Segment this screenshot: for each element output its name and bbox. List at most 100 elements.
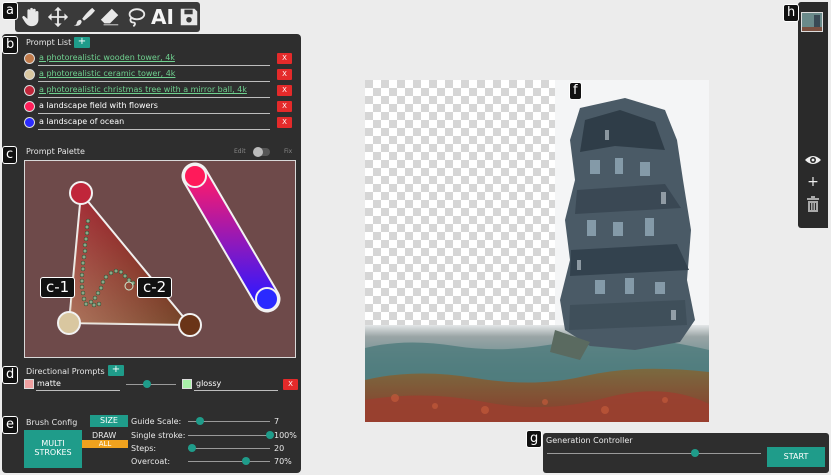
hand-icon[interactable] (21, 5, 43, 29)
directional-right-swatch[interactable] (182, 379, 192, 389)
single-stroke-knob[interactable] (266, 431, 274, 439)
prompt-text[interactable]: a photorealistic christmas tree with a m… (39, 85, 247, 94)
prompt-text[interactable]: a photorealistic ceramic tower, 4k (39, 69, 175, 78)
badge-c2: c-2 (137, 277, 173, 298)
badge-e: e (2, 416, 18, 434)
remove-prompt-button[interactable]: X (277, 117, 292, 128)
generated-image[interactable] (365, 80, 709, 422)
directional-left-word[interactable]: matte (37, 379, 61, 388)
ai-tool-button[interactable]: AI (151, 5, 174, 29)
badge-h: h (783, 4, 800, 22)
directional-left-swatch[interactable] (24, 379, 34, 389)
prompt-color-dot[interactable] (24, 85, 35, 96)
remove-directional-prompt-button[interactable]: X (283, 379, 298, 390)
add-prompt-button[interactable]: + (74, 37, 90, 48)
guide-scale-value: 7 (274, 417, 280, 426)
trash-icon[interactable] (806, 196, 820, 212)
generation-controller: Generation Controller START (543, 433, 829, 473)
badge-f: f (569, 82, 582, 100)
overcoat-knob[interactable] (242, 457, 250, 465)
brush-icon[interactable] (73, 5, 95, 29)
fix-mode-label: Fix (284, 148, 293, 155)
palette-node-field[interactable] (183, 164, 207, 188)
directional-prompts-title: Directional Prompts (26, 367, 105, 376)
prompt-color-dot[interactable] (24, 117, 35, 128)
multi-strokes-button[interactable]: MULTI STROKES (24, 430, 82, 468)
eye-icon[interactable] (804, 154, 822, 166)
prompt-underline (38, 81, 270, 82)
lasso-icon[interactable] (125, 5, 147, 29)
badge-c1: c-1 (40, 277, 76, 298)
layer-panel: + (798, 2, 828, 228)
toolbar: AI (15, 2, 200, 32)
edit-mode-label: Edit (234, 148, 246, 155)
single-stroke-value: 100% (274, 431, 297, 440)
remove-prompt-button[interactable]: X (277, 101, 292, 112)
prompt-list-title: Prompt List (26, 38, 72, 47)
overcoat-track[interactable] (188, 461, 270, 462)
steps-value: 20 (274, 444, 285, 453)
draw-label[interactable]: DRAW (92, 431, 116, 440)
all-button[interactable]: ALL (82, 440, 128, 448)
directional-slider-track[interactable] (126, 384, 176, 385)
directional-slider-knob[interactable] (143, 380, 151, 388)
overcoat-value: 70% (274, 457, 292, 466)
prompt-text[interactable]: a photorealistic wooden tower, 4k (39, 53, 175, 62)
brush-config-title: Brush Config (26, 418, 78, 427)
generation-slider-track[interactable] (547, 453, 761, 454)
layer-thumbnail[interactable] (801, 12, 823, 32)
prompt-underline (38, 129, 270, 130)
prompt-item[interactable]: a photorealistic ceramic tower, 4k X (24, 68, 292, 82)
remove-prompt-button[interactable]: X (277, 85, 292, 96)
save-icon[interactable] (178, 5, 200, 29)
palette-graph[interactable] (25, 161, 297, 359)
prompt-text[interactable]: a landscape field with flowers (39, 101, 158, 110)
prompt-item[interactable]: a photorealistic wooden tower, 4k X (24, 52, 292, 66)
left-panel: Prompt List + a photorealistic wooden to… (2, 34, 301, 473)
toggle-knob (253, 147, 263, 157)
generation-slider-knob[interactable] (691, 449, 699, 457)
steps-label: Steps: (131, 444, 157, 453)
palette-node-ceramic[interactable] (57, 311, 81, 335)
move-icon[interactable] (47, 5, 69, 29)
prompt-item[interactable]: a landscape of ocean X (24, 116, 292, 130)
steps-track[interactable] (188, 448, 270, 449)
prompt-color-dot[interactable] (24, 69, 35, 80)
remove-prompt-button[interactable]: X (277, 69, 292, 80)
drawing-canvas[interactable] (365, 80, 709, 422)
palette-node-wooden[interactable] (178, 313, 202, 337)
palette-node-ocean[interactable] (255, 287, 279, 311)
eraser-icon[interactable] (99, 5, 121, 29)
steps-knob[interactable] (188, 444, 196, 452)
badge-b: b (2, 36, 19, 54)
size-button[interactable]: SIZE (90, 415, 128, 427)
guide-scale-knob[interactable] (196, 417, 204, 425)
start-button[interactable]: START (767, 447, 825, 467)
overcoat-label: Overcoat: (131, 457, 171, 466)
generation-controller-title: Generation Controller (546, 436, 633, 445)
directional-right-underline (194, 390, 278, 391)
prompt-palette-title: Prompt Palette (26, 147, 85, 156)
prompt-color-dot[interactable] (24, 53, 35, 64)
prompt-underline (38, 65, 270, 66)
remove-prompt-button[interactable]: X (277, 53, 292, 64)
multi-strokes-label: MULTI STROKES (34, 439, 72, 457)
palette-mode-toggle[interactable]: Edit Fix (234, 147, 296, 157)
prompt-underline (38, 113, 270, 114)
prompt-item[interactable]: a photorealistic christmas tree with a m… (24, 84, 292, 98)
prompt-palette-canvas[interactable] (24, 160, 296, 358)
tower-image (550, 98, 695, 360)
add-layer-icon[interactable]: + (806, 175, 820, 189)
add-directional-prompt-button[interactable]: + (108, 365, 124, 376)
guide-scale-label: Guide Scale: (131, 417, 182, 426)
badge-c: c (2, 146, 18, 164)
single-stroke-label: Single stroke: (131, 431, 186, 440)
single-stroke-track[interactable] (188, 435, 270, 436)
directional-right-word[interactable]: glossy (196, 379, 221, 388)
directional-left-underline (36, 390, 120, 391)
prompt-color-dot[interactable] (24, 101, 35, 112)
badge-a: a (2, 2, 18, 20)
palette-node-christmas[interactable] (69, 181, 93, 205)
prompt-item[interactable]: a landscape field with flowers X (24, 100, 292, 114)
prompt-text[interactable]: a landscape of ocean (39, 117, 124, 126)
